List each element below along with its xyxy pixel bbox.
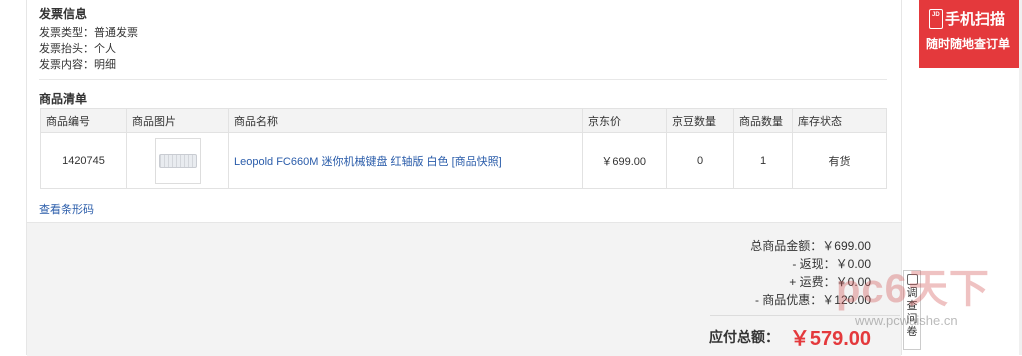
watermark-url: www.pcwaishe.cn xyxy=(855,313,958,328)
mobile-scan-banner[interactable]: JD 手机扫描 随时随地查订单 xyxy=(919,0,1022,68)
product-price: ￥699.00 xyxy=(582,132,667,189)
section-divider xyxy=(39,79,887,80)
order-summary: 总商品金额：￥699.00 - 返现：￥0.00 + 运费：￥0.00 - 商品… xyxy=(27,222,901,356)
invoice-section-title: 发票信息 xyxy=(39,7,88,21)
payable-label: 应付总额： xyxy=(709,329,779,345)
phone-icon: JD xyxy=(929,9,943,29)
promo-title: 手机扫描 xyxy=(945,11,1006,28)
product-image-cell xyxy=(126,132,229,189)
watermark-logo: pc6天下 xyxy=(836,267,990,311)
col-header-id: 商品编号 xyxy=(40,108,127,133)
col-header-stock: 库存状态 xyxy=(792,108,887,133)
col-header-beans: 京豆数量 xyxy=(666,108,734,133)
invoice-header: 发票抬头：个人 xyxy=(39,43,116,55)
product-qty: 1 xyxy=(733,132,793,189)
invoice-content: 发票内容：明细 xyxy=(39,59,116,71)
order-detail-panel: 发票信息 发票类型：普通发票 发票抬头：个人 发票内容：明细 商品清单 商品编号… xyxy=(26,0,902,356)
product-id: 1420745 xyxy=(40,132,127,189)
goods-table: 商品编号 商品图片 商品名称 京东价 京豆数量 商品数量 库存状态 142074… xyxy=(40,108,887,189)
col-header-price: 京东价 xyxy=(582,108,667,133)
keyboard-thumbnail-icon xyxy=(158,153,197,168)
product-name-cell: Leopold FC660M 迷你机械键盘 红轴版 白色 [商品快照] xyxy=(228,132,583,189)
goods-table-header: 商品编号 商品图片 商品名称 京东价 京豆数量 商品数量 库存状态 xyxy=(40,108,887,133)
view-barcode-link[interactable]: 查看条形码 xyxy=(39,201,94,217)
col-header-name: 商品名称 xyxy=(228,108,583,133)
goods-section-title: 商品清单 xyxy=(39,92,88,106)
invoice-type: 发票类型：普通发票 xyxy=(39,27,138,39)
promo-subtitle: 随时随地查订单 xyxy=(926,37,1011,51)
product-beans: 0 xyxy=(666,132,734,189)
product-stock: 有货 xyxy=(792,132,887,189)
summary-total-goods: 总商品金额：￥699.00 xyxy=(750,239,871,253)
col-header-qty: 商品数量 xyxy=(733,108,793,133)
col-header-image: 商品图片 xyxy=(126,108,229,133)
product-name-link[interactable]: Leopold FC660M 迷你机械键盘 红轴版 白色 [商品快照] xyxy=(234,156,502,168)
table-row: 1420745 Leopold FC660M 迷你机械键盘 红轴版 白色 [商品… xyxy=(40,132,887,189)
product-image[interactable] xyxy=(154,137,201,184)
